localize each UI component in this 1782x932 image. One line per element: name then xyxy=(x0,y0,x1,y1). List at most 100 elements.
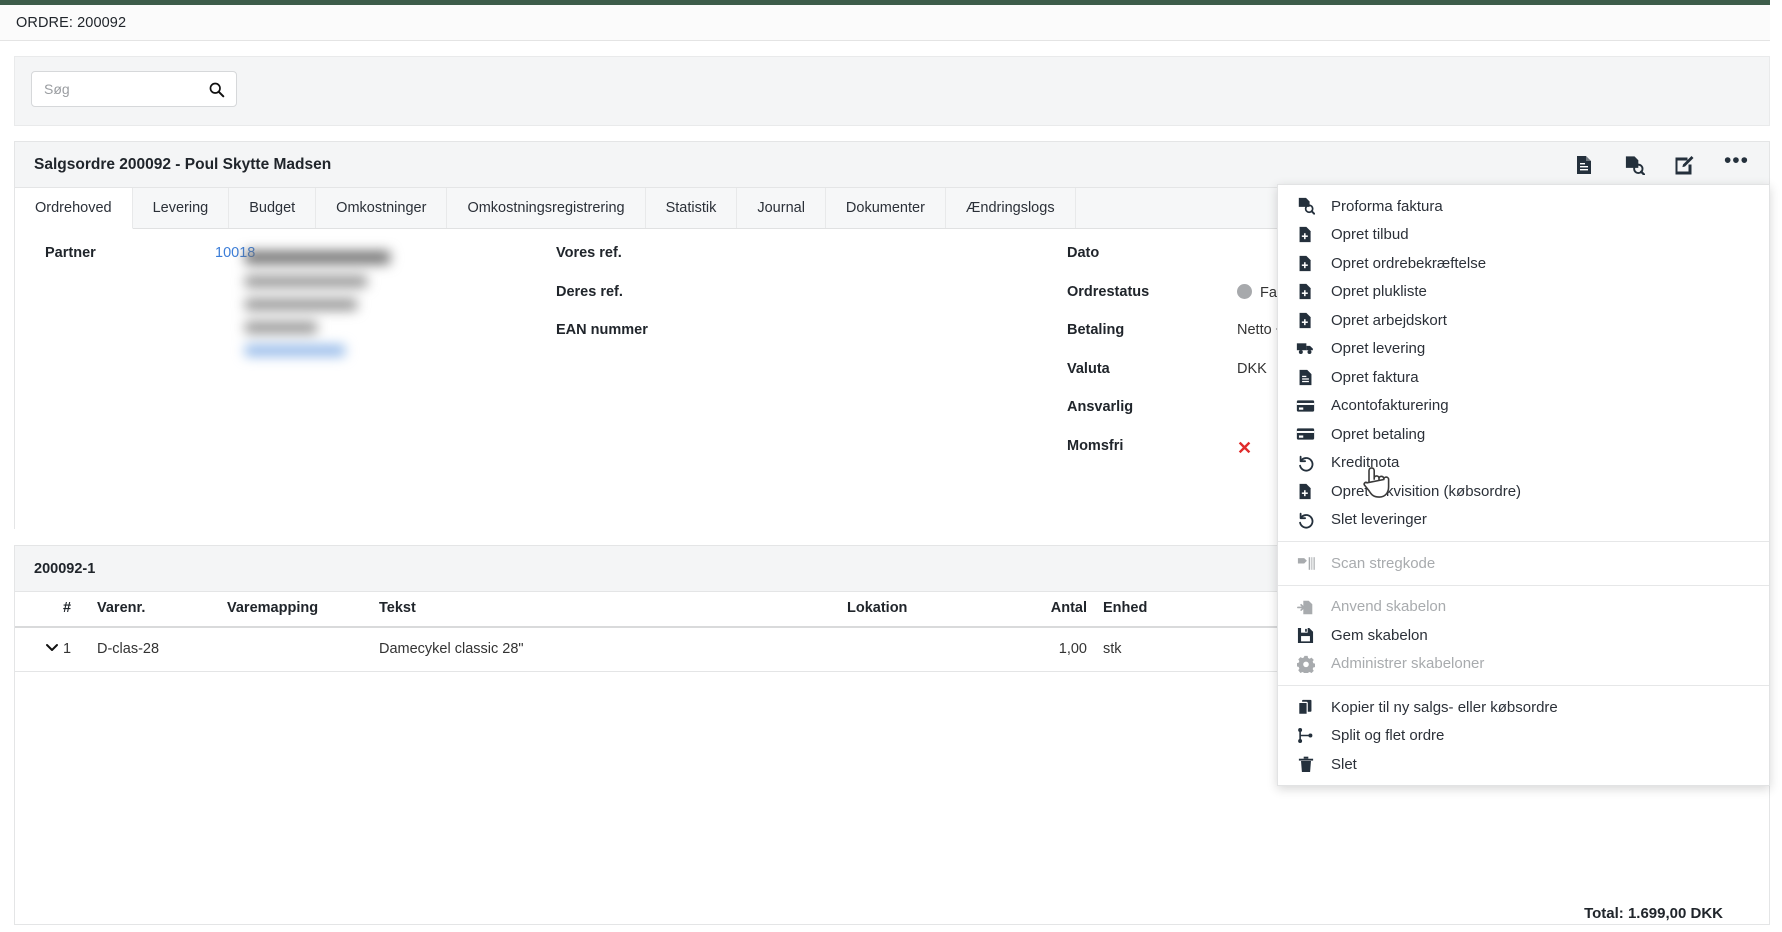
search-box[interactable] xyxy=(31,71,237,107)
row-enhed: stk xyxy=(1103,627,1243,672)
menu-separator xyxy=(1278,585,1769,586)
split-merge-icon xyxy=(1296,726,1315,745)
menu-item-slet-leveringer[interactable]: Slet leveringer xyxy=(1278,506,1769,535)
row-varemapping xyxy=(227,627,379,672)
menu-item-label: Scan stregkode xyxy=(1331,555,1435,572)
mouse-cursor xyxy=(1359,462,1395,511)
menu-item-label: Kopier til ny salgs- eller købsordre xyxy=(1331,699,1558,716)
tab-budget[interactable]: Budget xyxy=(229,188,316,228)
status-badge xyxy=(1237,284,1252,299)
field-ansvarlig-label: Ansvarlig xyxy=(1067,383,1237,415)
tab-omkostninger[interactable]: Omkostninger xyxy=(316,188,447,228)
field-deres-ref: Deres ref. xyxy=(556,268,726,307)
template-apply-icon xyxy=(1296,597,1315,616)
menu-item-anvend-skabelon: Anvend skabelon xyxy=(1278,593,1769,622)
document-plus-icon xyxy=(1296,311,1315,330)
col-index[interactable]: # xyxy=(63,592,97,627)
menu-item-proforma-faktura[interactable]: Proforma faktura xyxy=(1278,192,1769,221)
menu-separator xyxy=(1278,541,1769,542)
menu-item-label: Opret levering xyxy=(1331,340,1425,357)
field-partner: Partner 10018 xyxy=(45,229,255,268)
col-varemapping[interactable]: Varemapping xyxy=(227,592,379,627)
menu-item-opret-arbejdskort[interactable]: Opret arbejdskort xyxy=(1278,306,1769,335)
trash-icon xyxy=(1296,755,1315,774)
col-varenr[interactable]: Varenr. xyxy=(97,592,227,627)
menu-item-opret-plukliste[interactable]: Opret plukliste xyxy=(1278,278,1769,307)
edit-icon[interactable] xyxy=(1674,155,1694,175)
page-title: Salgsordre 200092 - Poul Skytte Madsen xyxy=(34,156,331,174)
search-panel xyxy=(14,56,1770,126)
tab-levering[interactable]: Levering xyxy=(133,188,230,228)
tab-aendringslogs[interactable]: Ændringslogs xyxy=(946,188,1076,228)
card-header: Salgsordre 200092 - Poul Skytte Madsen •… xyxy=(15,142,1769,188)
menu-item-label: Opret plukliste xyxy=(1331,283,1427,300)
menu-item-opret-faktura[interactable]: Opret faktura xyxy=(1278,363,1769,392)
col-lokation[interactable]: Lokation xyxy=(847,592,1043,627)
menu-item-opret-levering[interactable]: Opret levering xyxy=(1278,335,1769,364)
invoice-icon xyxy=(1296,368,1315,387)
undo-icon xyxy=(1296,453,1315,472)
field-valuta-label: Valuta xyxy=(1067,345,1237,377)
search-icon[interactable] xyxy=(208,81,225,98)
menu-item-label: Anvend skabelon xyxy=(1331,598,1446,615)
field-vores-ref: Vores ref. xyxy=(556,229,726,268)
menu-item-gem-skabelon[interactable]: Gem skabelon xyxy=(1278,621,1769,650)
col-enhed[interactable]: Enhed xyxy=(1103,592,1243,627)
row-antal: 1,00 xyxy=(1043,627,1103,672)
menu-item-opret-tilbud[interactable]: Opret tilbud xyxy=(1278,221,1769,250)
menu-separator xyxy=(1278,685,1769,686)
field-vores-ref-label: Vores ref. xyxy=(556,229,726,261)
field-dato-label: Dato xyxy=(1067,229,1237,261)
tab-omkostningsregistrering[interactable]: Omkostningsregistrering xyxy=(447,188,645,228)
menu-item-label: Proforma faktura xyxy=(1331,198,1443,215)
card-icon xyxy=(1296,425,1315,444)
order-total: Total: 1.699,00 DKK xyxy=(1584,905,1723,922)
tab-ordrehoved[interactable]: Ordrehoved xyxy=(15,188,133,229)
search-input[interactable] xyxy=(44,81,194,97)
document-plus-icon xyxy=(1296,225,1315,244)
menu-item-label: Opret faktura xyxy=(1331,369,1419,386)
form-column-left: Partner 10018 xyxy=(45,229,255,268)
document-plus-icon xyxy=(1296,282,1315,301)
row-expand-cell[interactable] xyxy=(15,627,63,672)
menu-item-label: Administrer skabeloner xyxy=(1331,655,1484,672)
field-momsfri-value[interactable]: ✕ xyxy=(1237,422,1252,459)
proforma-invoice-icon[interactable] xyxy=(1624,155,1644,175)
tab-dokumenter[interactable]: Dokumenter xyxy=(826,188,946,228)
copy-icon xyxy=(1296,698,1315,717)
field-ean-nummer-label: EAN nummer xyxy=(556,306,726,338)
menu-item-kreditnota[interactable]: Kreditnota xyxy=(1278,449,1769,478)
col-tekst[interactable]: Tekst xyxy=(379,592,847,627)
menu-item-acontofakturering[interactable]: Acontofakturering xyxy=(1278,392,1769,421)
menu-item-split-og-flet-ordre[interactable]: Split og flet ordre xyxy=(1278,722,1769,751)
create-invoice-icon[interactable] xyxy=(1574,155,1594,175)
menu-item-label: Acontofakturering xyxy=(1331,397,1449,414)
tab-statistik[interactable]: Statistik xyxy=(646,188,738,228)
document-search-icon xyxy=(1296,197,1315,216)
menu-item-opret-ordrebekraeftelse[interactable]: Opret ordrebekræftelse xyxy=(1278,249,1769,278)
field-ean-nummer: EAN nummer xyxy=(556,306,726,345)
col-antal[interactable]: Antal xyxy=(1043,592,1103,627)
col-expand xyxy=(15,592,63,627)
menu-item-label: Gem skabelon xyxy=(1331,627,1428,644)
row-lokation xyxy=(847,627,1043,672)
menu-item-scan-stregkode: Scan stregkode xyxy=(1278,549,1769,578)
tab-journal[interactable]: Journal xyxy=(737,188,826,228)
field-valuta-value[interactable]: DKK xyxy=(1237,345,1267,377)
menu-item-opret-betaling[interactable]: Opret betaling xyxy=(1278,420,1769,449)
card-icon xyxy=(1296,396,1315,415)
menu-item-label: Opret ordrebekræftelse xyxy=(1331,255,1486,272)
more-options-icon[interactable]: ••• xyxy=(1724,156,1749,173)
field-deres-ref-label: Deres ref. xyxy=(556,268,726,300)
order-lines-title: 200092-1 xyxy=(34,561,95,577)
menu-item-label: Opret betaling xyxy=(1331,426,1425,443)
row-varenr: D-clas-28 xyxy=(97,627,227,672)
menu-item-slet[interactable]: Slet xyxy=(1278,750,1769,779)
menu-item-administrer-skabeloner: Administrer skabeloner xyxy=(1278,650,1769,679)
breadcrumb: ORDRE: 200092 xyxy=(0,15,126,31)
row-index: 1 xyxy=(63,627,97,672)
chevron-down-icon[interactable] xyxy=(45,640,59,654)
menu-item-opret-rekvisition[interactable]: Opret rekvisition (købsordre) xyxy=(1278,477,1769,506)
right-margin xyxy=(1770,0,1782,932)
menu-item-kopier-til-ny-ordre[interactable]: Kopier til ny salgs- eller købsordre xyxy=(1278,693,1769,722)
